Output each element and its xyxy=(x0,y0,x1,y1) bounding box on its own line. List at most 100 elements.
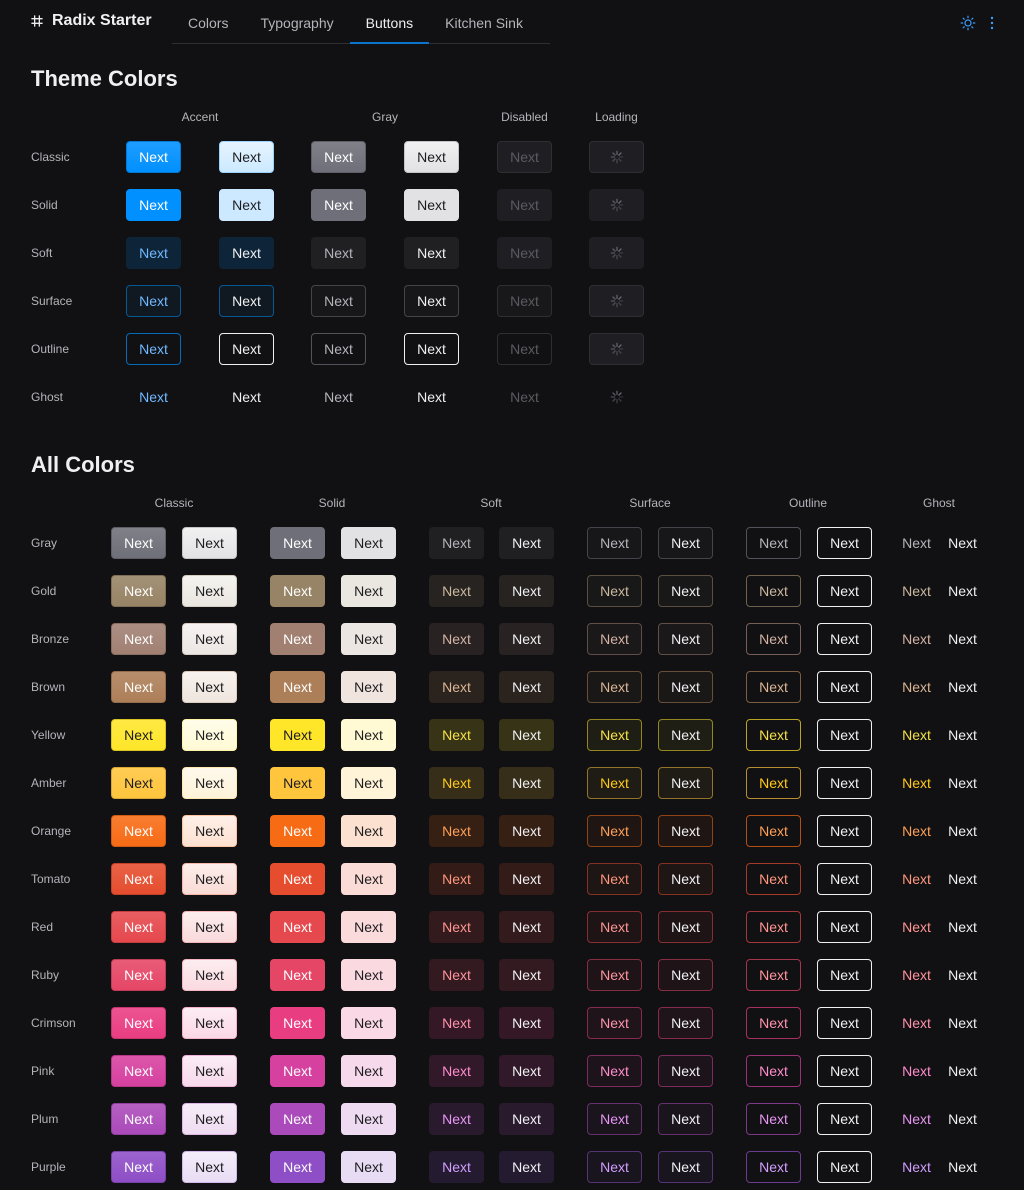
yellow-surface-high-contrast-button[interactable]: Next xyxy=(658,719,713,751)
accent-surface-button[interactable]: Next xyxy=(126,285,181,317)
purple-outline-button[interactable]: Next xyxy=(746,1151,801,1183)
brown-solid-high-contrast-button[interactable]: Next xyxy=(341,671,396,703)
purple-classic-button[interactable]: Next xyxy=(111,1151,166,1183)
gray-outline-high-contrast-button[interactable]: Next xyxy=(817,527,872,559)
amber-classic-high-contrast-button[interactable]: Next xyxy=(182,767,237,799)
plum-classic-button[interactable]: Next xyxy=(111,1103,166,1135)
amber-ghost-high-contrast-button[interactable]: Next xyxy=(935,772,990,794)
purple-ghost-high-contrast-button[interactable]: Next xyxy=(935,1156,990,1178)
crimson-ghost-high-contrast-button[interactable]: Next xyxy=(935,1012,990,1034)
tomato-soft-high-contrast-button[interactable]: Next xyxy=(499,863,554,895)
sun-icon[interactable] xyxy=(960,15,976,31)
ruby-solid-high-contrast-button[interactable]: Next xyxy=(341,959,396,991)
gray-soft-high-contrast-button[interactable]: Next xyxy=(404,237,459,269)
crimson-soft-button[interactable]: Next xyxy=(429,1007,484,1039)
bronze-ghost-high-contrast-button[interactable]: Next xyxy=(935,628,990,650)
red-classic-button[interactable]: Next xyxy=(111,911,166,943)
accent-outline-high-contrast-button[interactable]: Next xyxy=(219,333,274,365)
orange-soft-button[interactable]: Next xyxy=(429,815,484,847)
purple-soft-high-contrast-button[interactable]: Next xyxy=(499,1151,554,1183)
tab-kitchen-sink[interactable]: Kitchen Sink xyxy=(429,0,539,43)
orange-surface-high-contrast-button[interactable]: Next xyxy=(658,815,713,847)
tomato-classic-button[interactable]: Next xyxy=(111,863,166,895)
tab-buttons[interactable]: Buttons xyxy=(349,0,430,44)
bronze-outline-button[interactable]: Next xyxy=(746,623,801,655)
plum-classic-high-contrast-button[interactable]: Next xyxy=(182,1103,237,1135)
gray-surface-high-contrast-button[interactable]: Next xyxy=(404,285,459,317)
purple-classic-high-contrast-button[interactable]: Next xyxy=(182,1151,237,1183)
tab-colors[interactable]: Colors xyxy=(172,0,244,43)
amber-solid-button[interactable]: Next xyxy=(270,767,325,799)
gray-solid-button[interactable]: Next xyxy=(311,189,366,221)
brown-classic-button[interactable]: Next xyxy=(111,671,166,703)
crimson-solid-high-contrast-button[interactable]: Next xyxy=(341,1007,396,1039)
brown-outline-button[interactable]: Next xyxy=(746,671,801,703)
tomato-outline-high-contrast-button[interactable]: Next xyxy=(817,863,872,895)
tomato-solid-high-contrast-button[interactable]: Next xyxy=(341,863,396,895)
brown-surface-high-contrast-button[interactable]: Next xyxy=(658,671,713,703)
brown-soft-button[interactable]: Next xyxy=(429,671,484,703)
gold-soft-button[interactable]: Next xyxy=(429,575,484,607)
plum-soft-button[interactable]: Next xyxy=(429,1103,484,1135)
pink-classic-button[interactable]: Next xyxy=(111,1055,166,1087)
brown-soft-high-contrast-button[interactable]: Next xyxy=(499,671,554,703)
gray-surface-high-contrast-button[interactable]: Next xyxy=(658,527,713,559)
yellow-ghost-high-contrast-button[interactable]: Next xyxy=(935,724,990,746)
accent-outline-button[interactable]: Next xyxy=(126,333,181,365)
gold-outline-button[interactable]: Next xyxy=(746,575,801,607)
gray-ghost-button[interactable]: Next xyxy=(311,386,366,408)
purple-outline-high-contrast-button[interactable]: Next xyxy=(817,1151,872,1183)
gray-classic-button[interactable]: Next xyxy=(311,141,366,173)
red-solid-high-contrast-button[interactable]: Next xyxy=(341,911,396,943)
gold-surface-button[interactable]: Next xyxy=(587,575,642,607)
amber-solid-high-contrast-button[interactable]: Next xyxy=(341,767,396,799)
bronze-solid-high-contrast-button[interactable]: Next xyxy=(341,623,396,655)
amber-soft-button[interactable]: Next xyxy=(429,767,484,799)
red-outline-high-contrast-button[interactable]: Next xyxy=(817,911,872,943)
accent-solid-button[interactable]: Next xyxy=(126,189,181,221)
gray-soft-button[interactable]: Next xyxy=(429,527,484,559)
gray-classic-high-contrast-button[interactable]: Next xyxy=(182,527,237,559)
brown-classic-high-contrast-button[interactable]: Next xyxy=(182,671,237,703)
bronze-soft-button[interactable]: Next xyxy=(429,623,484,655)
ruby-outline-high-contrast-button[interactable]: Next xyxy=(817,959,872,991)
gray-ghost-high-contrast-button[interactable]: Next xyxy=(404,386,459,408)
yellow-surface-button[interactable]: Next xyxy=(587,719,642,751)
gray-surface-button[interactable]: Next xyxy=(587,527,642,559)
gray-solid-button[interactable]: Next xyxy=(270,527,325,559)
accent-ghost-high-contrast-button[interactable]: Next xyxy=(219,386,274,408)
plum-outline-high-contrast-button[interactable]: Next xyxy=(817,1103,872,1135)
plum-soft-high-contrast-button[interactable]: Next xyxy=(499,1103,554,1135)
red-soft-high-contrast-button[interactable]: Next xyxy=(499,911,554,943)
gold-surface-high-contrast-button[interactable]: Next xyxy=(658,575,713,607)
amber-soft-high-contrast-button[interactable]: Next xyxy=(499,767,554,799)
ruby-ghost-high-contrast-button[interactable]: Next xyxy=(935,964,990,986)
crimson-soft-high-contrast-button[interactable]: Next xyxy=(499,1007,554,1039)
tab-typography[interactable]: Typography xyxy=(244,0,349,43)
ruby-classic-button[interactable]: Next xyxy=(111,959,166,991)
red-outline-button[interactable]: Next xyxy=(746,911,801,943)
gray-classic-high-contrast-button[interactable]: Next xyxy=(404,141,459,173)
orange-surface-button[interactable]: Next xyxy=(587,815,642,847)
accent-classic-high-contrast-button[interactable]: Next xyxy=(219,141,274,173)
plum-solid-high-contrast-button[interactable]: Next xyxy=(341,1103,396,1135)
gold-classic-button[interactable]: Next xyxy=(111,575,166,607)
bronze-surface-high-contrast-button[interactable]: Next xyxy=(658,623,713,655)
crimson-surface-button[interactable]: Next xyxy=(587,1007,642,1039)
bronze-solid-button[interactable]: Next xyxy=(270,623,325,655)
brown-ghost-high-contrast-button[interactable]: Next xyxy=(935,676,990,698)
ruby-solid-button[interactable]: Next xyxy=(270,959,325,991)
orange-solid-high-contrast-button[interactable]: Next xyxy=(341,815,396,847)
red-solid-button[interactable]: Next xyxy=(270,911,325,943)
gold-solid-high-contrast-button[interactable]: Next xyxy=(341,575,396,607)
accent-surface-high-contrast-button[interactable]: Next xyxy=(219,285,274,317)
accent-ghost-button[interactable]: Next xyxy=(126,386,181,408)
purple-solid-button[interactable]: Next xyxy=(270,1151,325,1183)
tomato-soft-button[interactable]: Next xyxy=(429,863,484,895)
gray-surface-button[interactable]: Next xyxy=(311,285,366,317)
pink-surface-button[interactable]: Next xyxy=(587,1055,642,1087)
accent-classic-button[interactable]: Next xyxy=(126,141,181,173)
gray-solid-high-contrast-button[interactable]: Next xyxy=(404,189,459,221)
brown-outline-high-contrast-button[interactable]: Next xyxy=(817,671,872,703)
bronze-classic-button[interactable]: Next xyxy=(111,623,166,655)
